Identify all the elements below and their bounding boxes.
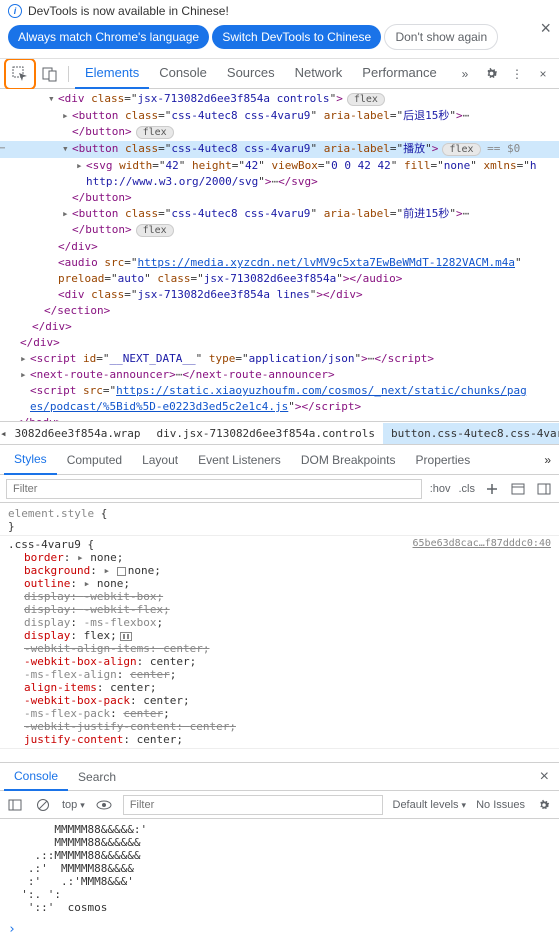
match-language-button[interactable]: Always match Chrome's language bbox=[8, 25, 209, 49]
kebab-icon[interactable]: ⋮ bbox=[505, 62, 529, 86]
console-sidebar-icon[interactable] bbox=[6, 796, 24, 814]
log-levels-selector[interactable]: Default levels bbox=[393, 799, 467, 811]
drawer-tabs: Console Search × bbox=[0, 763, 559, 791]
main-toolbar: Elements Console Sources Network Perform… bbox=[0, 59, 559, 89]
console-output: MMMMM88&&&&&:' MMMMM88&&&&&& .::MMMMM88&… bbox=[0, 819, 559, 918]
more-styles-tabs-icon[interactable]: » bbox=[544, 453, 551, 467]
settings-icon[interactable] bbox=[479, 62, 503, 86]
info-icon: i bbox=[8, 4, 22, 18]
drawer-tab-console[interactable]: Console bbox=[4, 763, 68, 791]
styles-pane[interactable]: element.style { } .css-4varu9 {65be63d8c… bbox=[0, 503, 559, 763]
crumb-item[interactable]: 3082d6ee3f854a.wrap bbox=[7, 423, 149, 444]
cls-button[interactable]: .cls bbox=[459, 483, 476, 495]
hov-button[interactable]: :hov bbox=[430, 483, 451, 495]
tab-computed[interactable]: Computed bbox=[57, 446, 132, 474]
tab-styles[interactable]: Styles bbox=[4, 445, 57, 475]
crumb-left-icon[interactable]: ◂ bbox=[0, 427, 7, 440]
console-toolbar: top Default levels No Issues bbox=[0, 791, 559, 819]
console-settings-icon[interactable] bbox=[535, 796, 553, 814]
selected-node: ▾<button class="css-4utec8 css-4varu9" a… bbox=[0, 141, 559, 158]
tab-network[interactable]: Network bbox=[285, 58, 353, 89]
close-icon[interactable]: × bbox=[540, 18, 551, 39]
close-devtools-icon[interactable]: × bbox=[531, 62, 555, 86]
tab-performance[interactable]: Performance bbox=[352, 58, 446, 89]
clear-console-icon[interactable] bbox=[34, 796, 52, 814]
crumb-item[interactable]: button.css-4utec8.css-4varu9 bbox=[383, 423, 559, 444]
console-filter-input[interactable] bbox=[123, 795, 383, 815]
drawer-tab-search[interactable]: Search bbox=[68, 764, 126, 790]
more-tabs-icon[interactable]: » bbox=[453, 62, 477, 86]
tab-properties[interactable]: Properties bbox=[406, 446, 481, 474]
tab-dom-breakpoints[interactable]: DOM Breakpoints bbox=[291, 446, 406, 474]
styles-tabs: Styles Computed Layout Event Listeners D… bbox=[0, 445, 559, 475]
live-expression-icon[interactable] bbox=[95, 796, 113, 814]
crumb-item[interactable]: div.jsx-713082d6ee3f854a.controls bbox=[148, 423, 383, 444]
tab-elements[interactable]: Elements bbox=[75, 58, 149, 89]
tab-console[interactable]: Console bbox=[149, 58, 217, 89]
source-link[interactable]: 65be63d8cac…f87dddc0:40 bbox=[413, 538, 551, 551]
close-drawer-icon[interactable]: × bbox=[534, 768, 555, 786]
dom-tree[interactable]: ▾<div class="jsx-713082d6ee3f854a contro… bbox=[0, 89, 559, 421]
dont-show-button[interactable]: Don't show again bbox=[384, 24, 498, 50]
context-selector[interactable]: top bbox=[62, 799, 85, 811]
switch-language-button[interactable]: Switch DevTools to Chinese bbox=[212, 25, 381, 49]
inspect-element-button[interactable] bbox=[8, 62, 32, 86]
device-toolbar-button[interactable] bbox=[38, 62, 62, 86]
locale-banner: i DevTools is now available in Chinese! … bbox=[0, 0, 559, 59]
flex-icon[interactable] bbox=[120, 632, 132, 641]
toggle-sidebar-icon[interactable] bbox=[535, 480, 553, 498]
new-style-rule-icon[interactable] bbox=[483, 480, 501, 498]
tab-layout[interactable]: Layout bbox=[132, 446, 188, 474]
computed-styles-icon[interactable] bbox=[509, 480, 527, 498]
tab-sources[interactable]: Sources bbox=[217, 58, 285, 89]
tab-event-listeners[interactable]: Event Listeners bbox=[188, 446, 291, 474]
styles-filter-input[interactable] bbox=[6, 479, 422, 499]
banner-message: DevTools is now available in Chinese! bbox=[28, 4, 229, 18]
inspect-highlight bbox=[4, 58, 36, 90]
breadcrumb: ◂ 3082d6ee3f854a.wrap div.jsx-713082d6ee… bbox=[0, 421, 559, 445]
issues-button[interactable]: No Issues bbox=[476, 799, 525, 811]
panel-tabs: Elements Console Sources Network Perform… bbox=[75, 58, 451, 89]
styles-filter-bar: :hov .cls bbox=[0, 475, 559, 503]
console-prompt[interactable]: › bbox=[0, 918, 559, 941]
